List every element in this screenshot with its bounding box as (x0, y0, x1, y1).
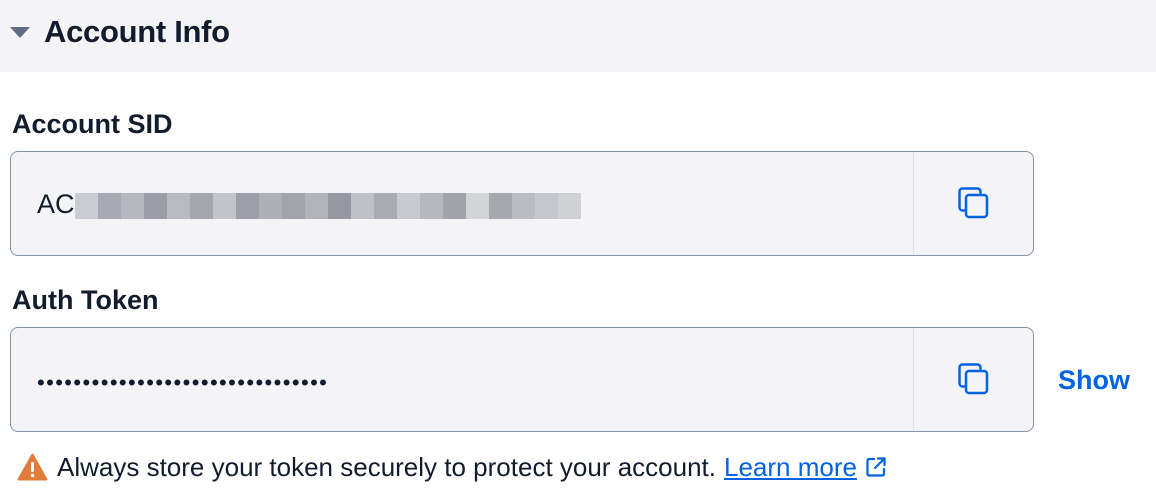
auth-token-label: Auth Token (12, 285, 159, 315)
section-title: Account Info (44, 14, 230, 49)
copy-icon (958, 187, 989, 219)
account-sid-field[interactable]: AC (10, 151, 1034, 256)
copy-account-sid-button[interactable] (914, 152, 1032, 254)
auth-token-masked-value[interactable]: •••••••••••••••••••••••••••••••• (37, 364, 328, 402)
external-link-icon[interactable] (865, 456, 887, 478)
warning-text: Always store your token securely to prot… (57, 452, 716, 482)
learn-more-link[interactable]: Learn more (724, 450, 857, 484)
redacted-value (74, 191, 581, 219)
copy-auth-token-button[interactable] (914, 328, 1032, 430)
account-sid-value[interactable]: AC (37, 185, 581, 223)
show-token-button[interactable]: Show (1058, 364, 1130, 396)
warning-message: Always store your token securely to prot… (17, 450, 887, 484)
copy-icon (958, 363, 989, 395)
caret-down-icon[interactable] (10, 27, 30, 38)
warning-icon (17, 453, 48, 481)
account-sid-label: Account SID (12, 109, 173, 139)
account-info-header[interactable]: Account Info (0, 0, 1156, 72)
auth-token-field[interactable]: •••••••••••••••••••••••••••••••• (10, 327, 1034, 432)
account-sid-prefix: AC (37, 189, 75, 219)
